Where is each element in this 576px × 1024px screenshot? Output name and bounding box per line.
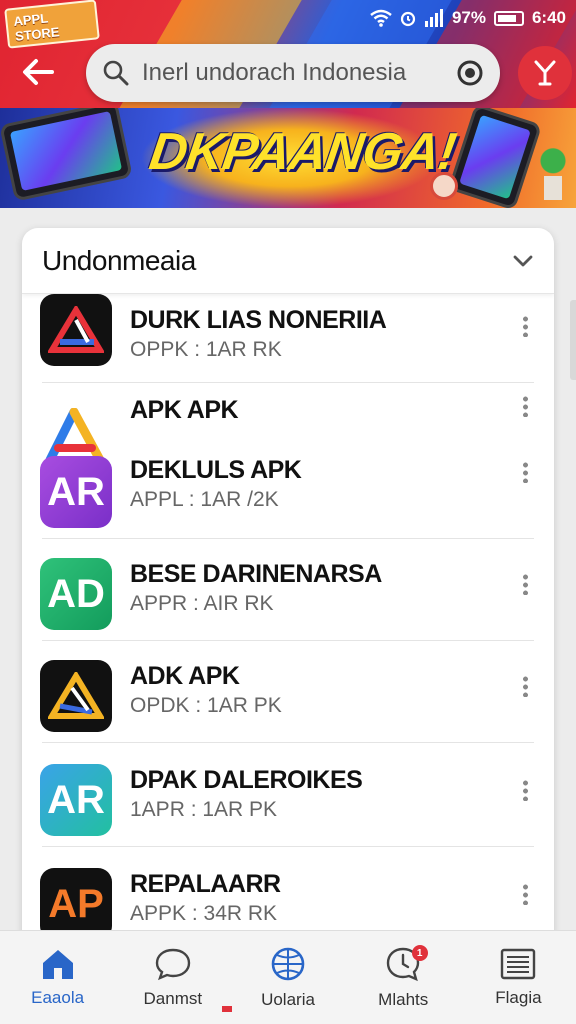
more-vert-icon [522,461,528,483]
nav-item-chat[interactable]: Danmst [115,931,230,1024]
battery-icon [493,10,524,26]
app-header: APPL STORE 97% 6:40 Inerl undorach Indon… [0,0,576,108]
app-name: BESE DARINENARSA [130,560,382,588]
app-name: ADK APK [130,662,240,690]
chat-bubble-icon [155,948,190,980]
app-name: DEKLULS APK [130,456,302,484]
more-vert-icon [522,675,528,697]
search-bar[interactable]: Inerl undorach Indonesia [86,44,500,102]
nav-label: Eaaola [31,987,85,1007]
section-title: Undonmeaia [42,244,196,276]
wifi-icon [370,9,392,27]
nav-label: Danmst [143,988,203,1008]
app-name: DURK LIAS NONERIIA [130,306,387,334]
app-meta: APPR : AIR RK [130,592,274,615]
list-item[interactable]: AD BESE DARINENARSA APPR : AIR RK [22,550,554,646]
app-meta: OPDK : 1AR PK [130,694,282,717]
triangle-logo-icon [40,294,112,366]
back-button[interactable] [16,50,60,94]
brand-logo: APPL STORE [4,0,100,49]
status-bar: 97% 6:40 [370,6,566,30]
app-meta: APPK : 34R RK [130,902,278,925]
chevron-down-icon[interactable] [512,254,534,268]
more-vert-icon [522,395,528,417]
home-icon [42,949,73,979]
nav-item-notifications[interactable]: 1 Mlahts [346,931,461,1024]
profile-button[interactable] [518,46,572,100]
notification-badge: 1 [411,945,428,961]
arrow-left-icon [23,59,54,85]
divider [42,640,534,641]
more-options-button[interactable] [510,386,540,426]
divider [42,846,534,847]
nav-indicator [222,1006,232,1012]
nav-label: Flagia [495,987,542,1007]
divider [42,538,534,539]
app-name: DPAK DALEROIKES [130,766,363,794]
app-meta: APPL : 1AR /2K [130,488,279,511]
phone-illustration [447,108,543,208]
nav-label: Uolaria [261,989,315,1009]
bottom-navigation: Eaaola Danmst Uolaria 1 Mlahts Flagia [0,930,576,1024]
battery-percent: 97% [451,8,486,27]
app-name: REPALAARR [130,870,281,898]
green-ad-logo-icon: AD [40,558,112,630]
search-icon [103,60,129,86]
more-vert-icon [522,779,528,801]
nav-item-home[interactable]: Eaaola [0,931,115,1024]
nav-label: Mlahts [378,989,429,1009]
more-options-button[interactable] [510,874,540,914]
plant-illustration [538,144,568,200]
more-options-button[interactable] [510,564,540,604]
more-options-button[interactable] [510,306,540,346]
nav-item-news[interactable]: Flagia [461,931,576,1024]
divider [42,742,534,743]
more-vert-icon [522,573,528,595]
location-target-icon[interactable] [456,59,484,87]
phone-illustration [0,108,133,202]
globe-icon [271,947,305,980]
signal-icon [424,9,443,27]
newspaper-icon [501,948,536,979]
more-vert-icon [522,883,528,905]
banner-title: DKPAANGA! [145,123,459,181]
promo-banner[interactable]: DKPAANGA! [0,108,576,208]
search-input[interactable]: Inerl undorach Indonesia [142,59,456,87]
more-options-button[interactable] [510,452,540,492]
purple-ar-logo-icon: AR [40,456,112,528]
divider [42,382,534,383]
more-vert-icon [522,315,528,337]
list-item[interactable]: AR DEKLULS APK APPL : 1AR /2K [22,450,554,540]
app-name: APK APK [130,396,239,424]
list-item[interactable]: AR DPAK DALEROIKES 1APR : 1AR PK [22,756,554,852]
nav-item-globe[interactable]: Uolaria [230,931,345,1024]
app-meta: OPPK : 1AR RK [130,338,282,361]
clock-time: 6:40 [531,8,566,27]
teal-ar-logo-icon: AR [40,764,112,836]
list-item[interactable]: ADK APK OPDK : 1AR PK [22,652,554,748]
tools-icon [534,60,556,86]
list-item[interactable]: APK APK [22,394,554,464]
more-options-button[interactable] [510,770,540,810]
scroll-handle[interactable] [570,300,576,380]
alarm-icon [400,11,416,27]
list-item[interactable]: DURK LIAS NONERIIA OPPK : 1AR RK [22,286,554,382]
dark-triangle-logo-icon [40,660,112,732]
section-header[interactable]: Undonmeaia [22,228,554,294]
app-meta: 1APR : 1AR PK [130,798,278,821]
more-options-button[interactable] [510,666,540,706]
app-list-card: Undonmeaia DURK LIAS NONERIIA OPPK : 1AR… [22,228,554,948]
